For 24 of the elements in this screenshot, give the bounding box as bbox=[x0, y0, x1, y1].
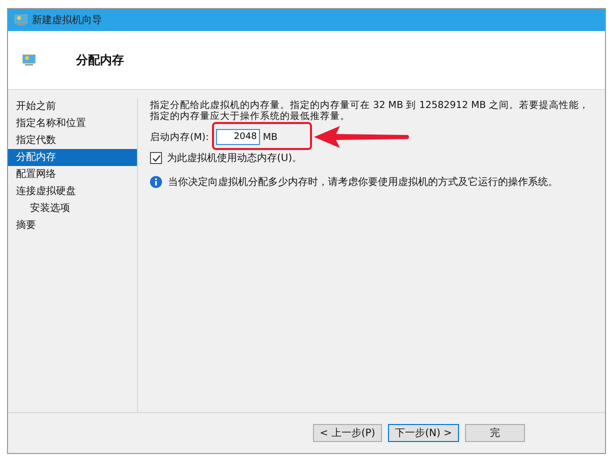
wizard-button[interactable]: 完 bbox=[465, 424, 525, 442]
startup-memory-label: 启动内存(M): bbox=[150, 130, 209, 144]
startup-memory-field[interactable]: 2048 bbox=[216, 129, 260, 145]
page-heading: 分配内存 bbox=[76, 52, 124, 68]
wizard-step[interactable]: 分配内存 bbox=[8, 149, 137, 166]
wizard-step[interactable]: 指定代数 bbox=[8, 132, 137, 149]
checkbox[interactable] bbox=[150, 152, 162, 164]
wizard-button[interactable]: 下一步(N) > bbox=[388, 424, 459, 442]
unit-label: MB bbox=[262, 132, 278, 142]
monitor-icon bbox=[22, 54, 36, 66]
monitor-icon bbox=[14, 14, 28, 26]
checkbox-label: 为此虚拟机使用动态内存(U)。 bbox=[167, 152, 302, 165]
arrow-icon bbox=[314, 126, 410, 148]
wizard-button[interactable]: < 上一步(P) bbox=[312, 424, 382, 442]
wizard-step[interactable]: 开始之前 bbox=[8, 98, 137, 115]
wizard-step[interactable]: 摘要 bbox=[8, 217, 137, 234]
description-text: 指定分配给此虚拟机的内存量。指定的内存量可在 32 MB 到 12582912 MB 之间。若要提高性能，指定的内存量应大于操作系统的最低推荐量。 bbox=[150, 100, 590, 122]
wizard-step[interactable]: 连接虚拟硬盘 bbox=[8, 183, 137, 200]
window-title: 新建虚拟机向导 bbox=[32, 14, 102, 27]
wizard-step[interactable]: 配置网络 bbox=[8, 166, 137, 183]
wizard-step[interactable]: 指定名称和位置 bbox=[8, 115, 137, 132]
info-icon bbox=[150, 176, 162, 188]
wizard-step[interactable]: 安装选项 bbox=[8, 200, 137, 217]
info-text: 当你决定向虚拟机分配多少内存时，请考虑你要使用虚拟机的方式及它运行的操作系统。 bbox=[168, 176, 558, 189]
